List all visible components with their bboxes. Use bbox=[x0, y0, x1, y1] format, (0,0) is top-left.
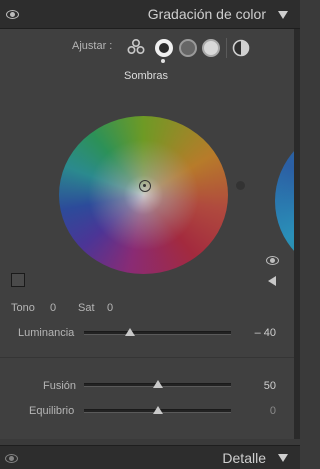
color-swatch[interactable] bbox=[11, 273, 25, 287]
blending-slider-thumb[interactable] bbox=[153, 380, 163, 388]
luminance-value[interactable]: – 40 bbox=[246, 327, 276, 339]
balance-slider-thumb[interactable] bbox=[153, 406, 163, 414]
next-color-wheel-preview bbox=[275, 126, 294, 278]
blending-label: Fusión bbox=[43, 380, 77, 392]
collapse-left-triangle-icon[interactable] bbox=[268, 276, 276, 286]
luminance-slider-thumb[interactable] bbox=[125, 328, 135, 336]
detail-panel-title: Detalle bbox=[222, 450, 266, 466]
blending-value[interactable]: 50 bbox=[246, 380, 276, 392]
luminance-slider-track[interactable] bbox=[84, 331, 231, 335]
balance-value[interactable]: 0 bbox=[246, 405, 276, 417]
wheel-center-handle[interactable] bbox=[139, 180, 151, 192]
balance-label: Equilibrio bbox=[29, 405, 75, 417]
selected-indicator-dot bbox=[161, 59, 165, 63]
midtones-wheel-button[interactable] bbox=[179, 39, 197, 57]
luminance-label: Luminancia bbox=[18, 327, 75, 339]
shadows-color-wheel[interactable] bbox=[59, 116, 228, 274]
toolbar-divider bbox=[226, 38, 227, 58]
collapse-triangle-icon[interactable] bbox=[278, 11, 288, 19]
section-divider bbox=[0, 357, 294, 358]
selected-region-label: Sombras bbox=[124, 70, 169, 82]
shadows-wheel-button[interactable] bbox=[155, 39, 173, 57]
tone-label: Tono bbox=[11, 302, 35, 314]
detail-visibility-eye-icon[interactable] bbox=[5, 454, 18, 463]
shadows-dot-icon bbox=[159, 43, 169, 53]
panel-scrollbar[interactable] bbox=[294, 29, 300, 439]
saturation-label: Sat bbox=[78, 302, 95, 314]
three-way-view-icon[interactable] bbox=[126, 38, 146, 55]
panel-title: Gradación de color bbox=[147, 6, 266, 22]
panel-header-color-grading[interactable]: Gradación de color bbox=[0, 0, 300, 29]
highlights-wheel-button[interactable] bbox=[202, 39, 220, 57]
preview-eye-icon[interactable] bbox=[266, 256, 279, 265]
detail-collapse-triangle-icon[interactable] bbox=[278, 454, 288, 462]
luminance-handle-dot[interactable] bbox=[236, 181, 245, 190]
panel-header-detail[interactable]: Detalle bbox=[0, 445, 300, 469]
visibility-eye-icon[interactable] bbox=[6, 10, 19, 19]
adjust-label: Ajustar : bbox=[72, 40, 113, 52]
global-wheel-button[interactable] bbox=[232, 39, 250, 57]
tone-value[interactable]: 0 bbox=[50, 302, 56, 314]
saturation-value[interactable]: 0 bbox=[107, 302, 113, 314]
